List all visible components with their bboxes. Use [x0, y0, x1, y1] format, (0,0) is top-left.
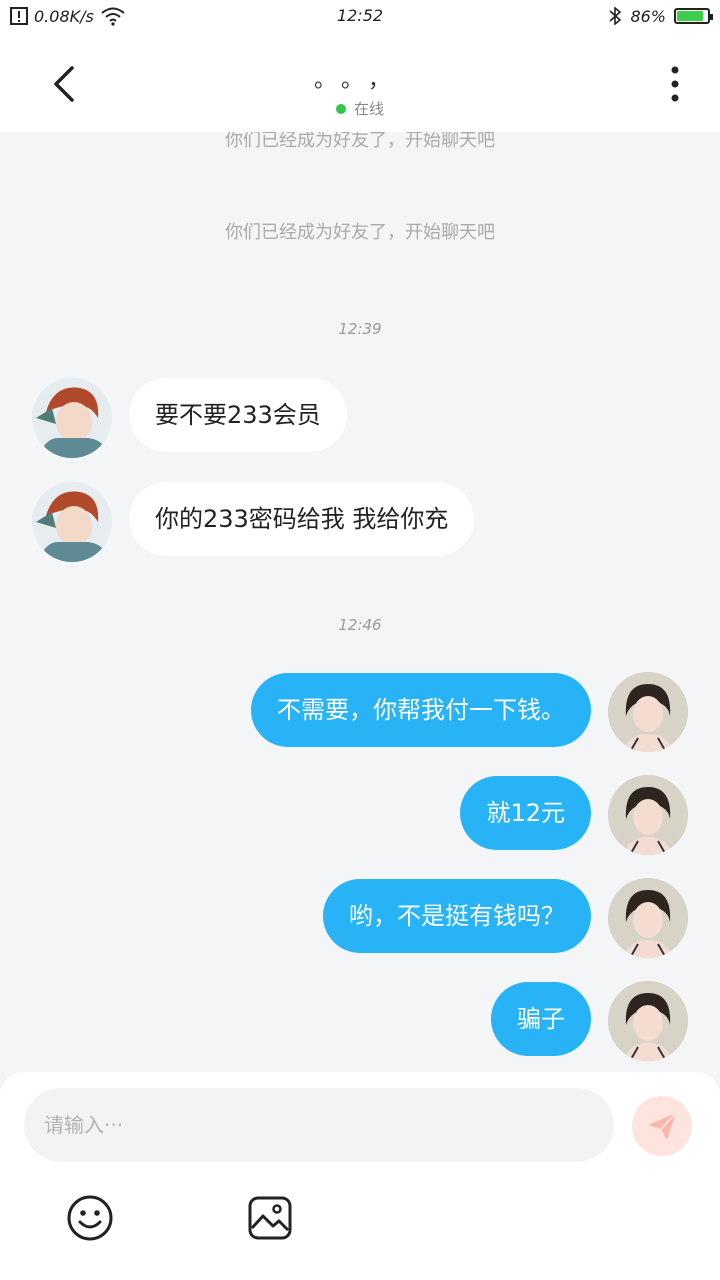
- outgoing-message[interactable]: 骗子: [491, 982, 591, 1056]
- contact-avatar[interactable]: [32, 378, 112, 458]
- image-icon: [248, 1196, 292, 1240]
- send-icon: [648, 1112, 677, 1140]
- online-status-label: 在线: [353, 100, 384, 118]
- status-right: 86%: [608, 6, 713, 26]
- more-button[interactable]: [660, 64, 690, 104]
- battery-icon: [674, 8, 713, 24]
- outgoing-message[interactable]: 就12元: [460, 776, 591, 850]
- my-avatar[interactable]: [608, 981, 688, 1061]
- my-avatar[interactable]: [608, 775, 688, 855]
- status-bar: 0.08K/s 12:52 86%: [0, 0, 720, 34]
- incoming-message[interactable]: 要不要233会员: [129, 378, 347, 452]
- my-avatar[interactable]: [608, 878, 688, 958]
- chat-header: 。。， 在线: [0, 34, 720, 132]
- image-button[interactable]: [246, 1194, 294, 1242]
- system-message: 你们已经成为好友了，开始聊天吧: [225, 132, 495, 151]
- timestamp: 12:39: [338, 320, 382, 338]
- battery-fill: [677, 11, 703, 21]
- chat-messages[interactable]: 你们已经成为好友了，开始聊天吧 你们已经成为好友了，开始聊天吧 12:39 要不…: [0, 132, 720, 1072]
- online-status: 在线: [0, 98, 720, 119]
- chat-title: 。。，: [313, 68, 406, 93]
- send-button[interactable]: [632, 1096, 692, 1156]
- outgoing-message[interactable]: 哟，不是挺有钱吗？: [323, 879, 591, 953]
- title-block: 。。， 在线: [0, 62, 720, 119]
- more-vertical-icon: [671, 66, 679, 102]
- system-message: 你们已经成为好友了，开始聊天吧: [225, 222, 495, 243]
- message-composer: [0, 1072, 720, 1280]
- contact-avatar[interactable]: [32, 482, 112, 562]
- emoji-button[interactable]: [66, 1194, 114, 1242]
- message-input[interactable]: [24, 1088, 614, 1162]
- my-avatar[interactable]: [608, 672, 688, 752]
- battery-percent: 86%: [630, 6, 666, 26]
- timestamp: 12:46: [338, 616, 382, 634]
- online-dot: [335, 103, 346, 114]
- smiley-icon: [67, 1195, 113, 1241]
- outgoing-message[interactable]: 不需要，你帮我付一下钱。: [251, 673, 591, 747]
- incoming-message[interactable]: 你的233密码给我 我给你充: [129, 482, 475, 556]
- bluetooth-icon: [609, 6, 622, 26]
